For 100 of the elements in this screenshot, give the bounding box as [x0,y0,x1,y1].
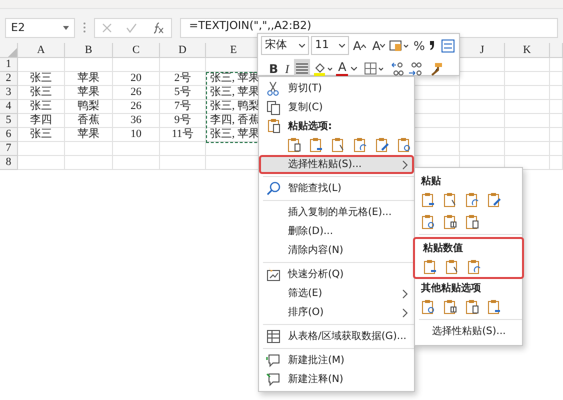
paste-option-icon[interactable] [467,259,483,275]
menu-item[interactable]: 复制(C) [259,98,414,117]
row-header[interactable]: 7 [0,142,18,156]
fill-color-icon[interactable] [313,62,334,76]
table-cell: 苹果 [65,72,113,86]
row-header[interactable]: 1 [0,58,18,72]
caret-icon[interactable] [339,44,345,48]
column-header[interactable]: C [113,43,160,58]
menu-item[interactable]: 选择性粘贴(S)... [259,155,414,174]
table-cell [113,58,160,72]
borders-icon[interactable] [364,62,384,75]
comma-style-icon[interactable] [428,40,435,51]
comment-icon[interactable] [266,352,282,368]
table-cell [550,142,563,156]
more-icon [83,22,86,33]
paste-option-icon[interactable] [421,214,437,230]
menu-heading: 粘贴 [421,174,441,188]
format-icon[interactable] [389,40,410,52]
menu-item[interactable]: 从表格/区域获取数据(G)... [259,327,414,346]
paste-option-icon[interactable] [443,214,459,230]
caret-icon[interactable] [351,66,358,70]
column-header[interactable]: K [505,43,550,58]
menu-item[interactable]: 筛选(E) [259,284,414,303]
paste-option-icon[interactable] [375,137,391,153]
function-icon[interactable] [152,22,164,34]
chevron-icon[interactable] [402,308,408,318]
paste-option-icon[interactable] [465,299,481,315]
paste-option-icon[interactable] [353,137,369,153]
paste-option-icon[interactable] [443,299,459,315]
menu-item[interactable]: 快速分析(Q) [259,265,414,284]
font-size-dropdown[interactable]: 11 [311,36,349,55]
menu-item[interactable]: 删除(D)... [259,222,414,241]
caret-icon[interactable] [299,44,305,48]
paste-option-icon[interactable] [487,299,503,315]
name-box[interactable]: E2 [5,18,75,38]
column-header[interactable]: B [65,43,113,58]
table-cell: 张三 [18,86,65,100]
paste-option-icon[interactable] [309,137,325,153]
paste-option-icon[interactable] [465,214,481,230]
column-header[interactable]: D [160,43,206,58]
comment-icon[interactable] [266,372,282,388]
table-cell: 张三 [18,72,65,86]
grow-font-button[interactable]: A [351,36,368,55]
table-cell: 26 [113,86,160,100]
table-cell [113,142,160,156]
row-header[interactable]: 2 [0,72,18,86]
check-icon[interactable] [126,23,138,33]
menu-item[interactable]: 插入复制的单元格(E)... [259,203,414,222]
row-header[interactable]: 4 [0,100,18,114]
decrease-decimal-icon[interactable] [408,62,422,76]
paste-option-icon[interactable] [397,137,413,153]
up-caret-icon[interactable] [361,44,366,48]
row-header[interactable]: 5 [0,114,18,128]
column-header[interactable]: A [18,43,65,58]
down-caret-icon[interactable] [380,44,386,48]
table-cell [550,72,563,86]
table-cell [460,114,505,128]
table-cell: 26 [113,100,160,114]
row-header[interactable]: 3 [0,86,18,100]
row-header[interactable]: 8 [0,156,18,170]
caret-icon[interactable] [63,26,69,30]
paste-option-icon[interactable] [421,192,437,208]
table-cell: 36 [113,114,160,128]
table-icon[interactable] [266,328,282,344]
menu-item[interactable]: 选择性粘贴(S)... [415,322,522,341]
paste-option-icon[interactable] [421,299,437,315]
menu-item[interactable]: 新建批注(M) [259,351,414,370]
chevron-icon[interactable] [402,288,408,298]
table-cell [460,128,505,142]
wrap-text-icon[interactable] [440,38,455,52]
copy-icon[interactable] [266,100,282,116]
format-painter-icon[interactable] [429,62,444,76]
table-cell: 7号 [160,100,206,114]
table-cell [505,100,550,114]
search-icon[interactable] [266,180,282,196]
paste-option-icon[interactable] [423,259,439,275]
shrink-font-button[interactable]: A [370,36,388,55]
table-cell [18,58,65,72]
paste-option-icon[interactable] [465,192,481,208]
table-cell [460,72,505,86]
increase-decimal-icon[interactable] [391,62,406,76]
menu-item[interactable]: 排序(O) [259,303,414,322]
menu-item[interactable]: 清除内容(N) [259,241,414,260]
chevron-icon[interactable] [402,160,408,170]
table-cell [505,142,550,156]
paste-option-icon[interactable] [487,192,503,208]
italic-button[interactable]: I [283,59,292,78]
clipboard-icon[interactable] [266,118,282,134]
percent-button[interactable]: % [411,36,427,55]
menu-item[interactable]: 新建注释(N) [259,370,414,389]
font-dropdown[interactable]: 宋体 [261,36,309,55]
chart-icon[interactable] [266,266,282,282]
table-cell [65,156,113,170]
menu-item[interactable]: 剪切(T) [259,79,414,98]
table-cell: 20 [113,72,160,86]
menu-item[interactable]: 智能查找(L) [259,179,414,198]
row-header[interactable]: 6 [0,128,18,142]
paste-option-icon[interactable] [287,137,303,153]
table-cell [65,58,113,72]
bold-button[interactable]: B [267,59,280,78]
